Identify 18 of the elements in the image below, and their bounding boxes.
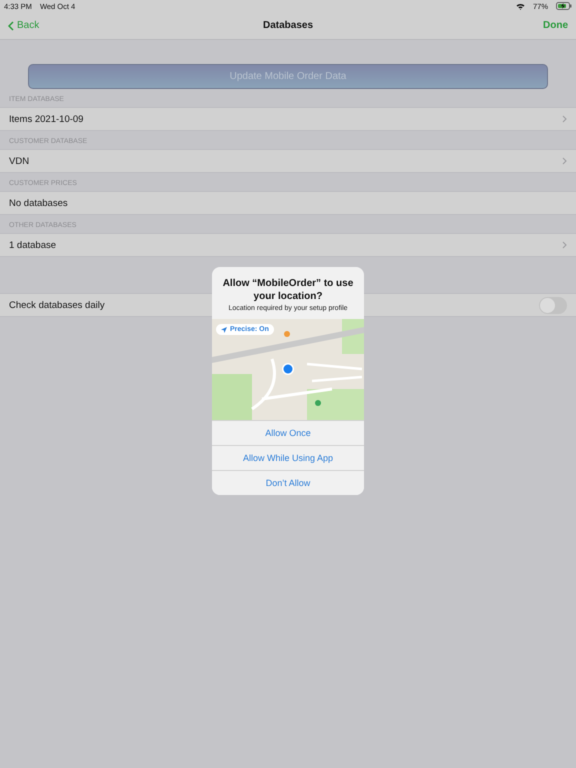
row-label: Items 2021-10-09: [9, 114, 84, 124]
wifi-icon: [516, 2, 525, 10]
alert-title: Allow “MobileOrder” to use your location?: [222, 277, 354, 304]
done-button[interactable]: Done: [543, 20, 568, 31]
battery-charging-icon: [556, 2, 572, 10]
list-row[interactable]: 1 database: [0, 233, 576, 257]
alert-button[interactable]: Don’t Allow: [212, 470, 364, 495]
location-arrow-icon: [221, 326, 227, 332]
toggle-switch[interactable]: [539, 296, 567, 314]
back-button[interactable]: Back: [8, 20, 40, 31]
back-chevron-icon: [8, 20, 14, 30]
row-label: VDN: [9, 156, 30, 166]
row-label: Check databases daily: [9, 300, 105, 310]
row-label: No databases: [9, 198, 68, 208]
nav-title: Databases: [262, 20, 314, 31]
list-row[interactable]: Items 2021-10-09: [0, 107, 576, 131]
list-row[interactable]: VDN: [0, 149, 576, 173]
row-label: 1 database: [9, 240, 56, 250]
